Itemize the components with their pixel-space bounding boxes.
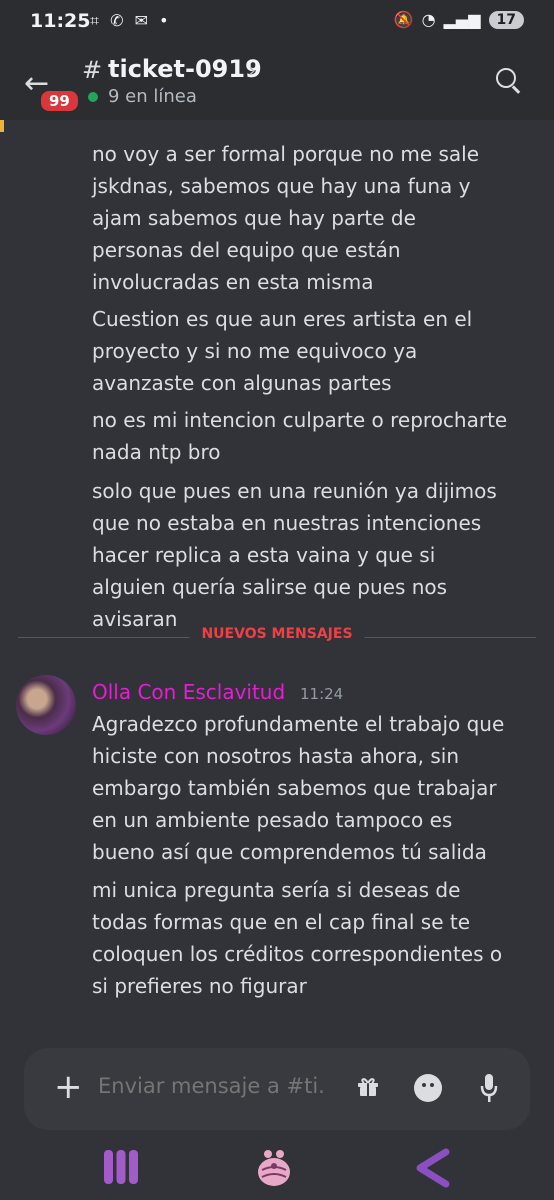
chevron-right-icon[interactable]: › [248,58,256,82]
message-author[interactable]: Olla Con Esclavitud [92,680,285,704]
message-text: Agradezco profundamente el trabajo que h… [92,712,505,864]
channel-header: ← 99 # ticket-0919 › 9 en línea [0,44,554,120]
unread-badge: 99 [38,88,81,114]
search-icon[interactable] [496,68,516,88]
avatar[interactable] [16,675,76,735]
unread-marker [0,120,4,132]
home-icon[interactable] [252,1146,296,1190]
system-nav-bar [0,1140,554,1200]
message-composer: + [24,1048,530,1130]
online-count: 9 en línea [108,86,197,107]
channel-name[interactable]: ticket-0919 [108,55,262,83]
battery-indicator: 17 [488,10,524,29]
microphone-icon[interactable] [480,1072,498,1104]
recent-apps-icon[interactable] [102,1148,140,1186]
status-bar: 11:25 ⌗ ✆ ✉ • 🔕 ◔ ▂▄▆ 17 [0,0,554,44]
mute-icon: 🔕 [393,10,414,29]
message-timestamp: 11:24 [300,685,344,703]
status-time: 11:25 [30,10,91,32]
online-status-icon [88,92,98,102]
new-messages-label: NUEVOS MENSAJES [189,626,365,642]
status-right: 🔕 ◔ ▂▄▆ 17 [394,10,524,29]
message-text: mi unica pregunta sería si deseas de tod… [92,878,503,998]
message-input[interactable] [98,1074,324,1098]
message-text: no voy a ser formal porque no me sale js… [92,142,480,294]
gift-icon[interactable] [356,1076,380,1096]
wifi-icon: ◔ [421,10,436,29]
message-text: no es mi intencion culparte o reprochart… [92,408,508,464]
message-text: Cuestion es que aun eres artista en el p… [92,307,473,395]
add-attachment-icon[interactable]: + [54,1070,83,1104]
message-text: solo que pues en una reunión ya dijimos … [92,479,497,631]
emoji-icon[interactable] [414,1074,442,1102]
signal-icon: ▂▄▆ [443,10,481,29]
notification-icons: ⌗ ✆ ✉ • [90,11,172,30]
channel-hash-icon: # [82,56,103,84]
nav-back-icon[interactable] [412,1146,452,1190]
